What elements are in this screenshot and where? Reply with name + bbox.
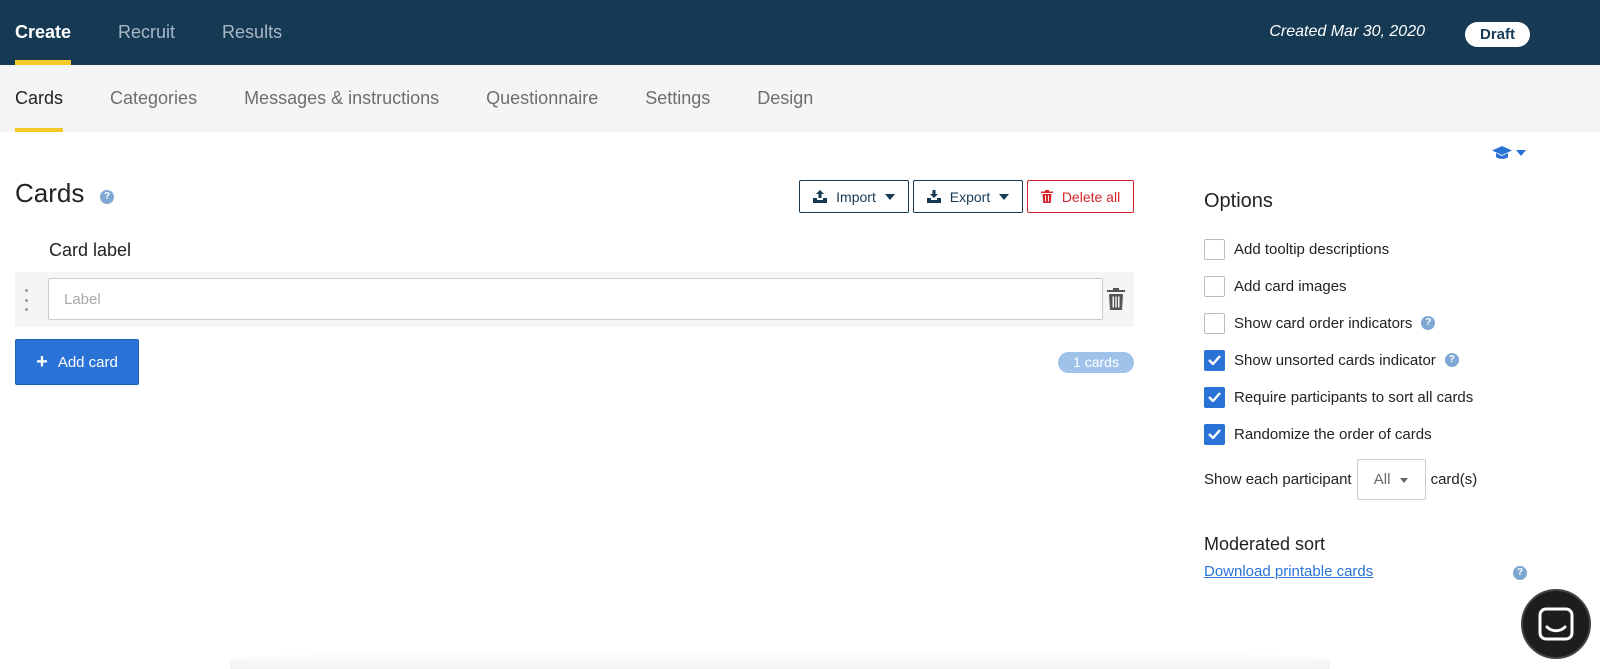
download-icon xyxy=(926,190,941,203)
trash-icon[interactable] xyxy=(1107,288,1125,310)
checkmark-icon xyxy=(1208,429,1221,439)
topnav-recruit[interactable]: Recruit xyxy=(118,0,175,65)
export-button[interactable]: Export xyxy=(913,180,1023,213)
question-circle-icon[interactable]: ? xyxy=(100,190,114,204)
tutorial-menu[interactable] xyxy=(1492,146,1526,160)
delete-all-button[interactable]: Delete all xyxy=(1027,180,1134,213)
add-card-label: Add card xyxy=(57,353,118,371)
tab-questionnaire[interactable]: Questionnaire xyxy=(486,65,598,132)
cards-shown-value: All xyxy=(1373,470,1391,488)
card-count-badge: 1 cards xyxy=(1058,352,1134,373)
tab-messages-instructions[interactable]: Messages & instructions xyxy=(244,65,439,132)
cards-shown-select[interactable]: All xyxy=(1356,458,1426,500)
trash-icon xyxy=(1040,190,1053,203)
option-require-sort-all-cards[interactable]: Require participants to sort all cards xyxy=(1204,385,1473,409)
question-circle-icon[interactable]: ? xyxy=(1513,566,1527,580)
checkbox[interactable] xyxy=(1204,275,1225,297)
checkbox-checked[interactable] xyxy=(1204,386,1225,408)
export-label: Export xyxy=(949,188,991,205)
question-circle-icon[interactable]: ? xyxy=(1421,316,1436,330)
chat-button[interactable] xyxy=(1521,589,1591,659)
chat-icon xyxy=(1538,607,1574,641)
top-bar: Create Recruit Results Created Mar 30, 2… xyxy=(0,0,1600,65)
import-label: Import xyxy=(836,188,876,205)
option-show-card-order-indicators[interactable]: Show card order indicators ? xyxy=(1204,311,1436,335)
option-label: Show unsorted cards indicator xyxy=(1234,351,1436,369)
page-title: Cards xyxy=(15,178,85,208)
tab-cards[interactable]: Cards xyxy=(15,65,64,132)
checkmark-icon xyxy=(1208,355,1221,365)
checkbox-checked[interactable] xyxy=(1204,423,1225,445)
moderated-sort-title: Moderated sort xyxy=(1204,534,1326,554)
card-row xyxy=(15,272,1134,327)
option-label: Add tooltip descriptions xyxy=(1234,240,1390,258)
option-label: Randomize the order of cards xyxy=(1234,425,1432,443)
chevron-down-icon xyxy=(1400,477,1409,483)
options-title: Options xyxy=(1204,190,1273,212)
card-label-column-header: Card label xyxy=(49,240,132,260)
checkmark-icon xyxy=(1208,392,1221,402)
checkbox[interactable] xyxy=(1204,238,1225,260)
delete-all-label: Delete all xyxy=(1061,188,1121,205)
bottom-shadow xyxy=(230,650,1330,669)
graduation-cap-icon xyxy=(1492,146,1512,159)
import-button[interactable]: Import xyxy=(799,180,909,213)
topnav-results[interactable]: Results xyxy=(222,0,282,65)
drag-handle-icon[interactable] xyxy=(25,289,29,311)
option-add-tooltip-descriptions[interactable]: Add tooltip descriptions xyxy=(1204,237,1389,261)
show-each-suffix: card(s) xyxy=(1430,470,1478,488)
tab-settings[interactable]: Settings xyxy=(645,65,710,132)
option-label: Show card order indicators xyxy=(1234,314,1413,332)
card-label-input[interactable] xyxy=(48,278,1103,320)
question-circle-icon[interactable]: ? xyxy=(1444,353,1459,367)
plus-icon: + xyxy=(36,351,48,373)
option-randomize-card-order[interactable]: Randomize the order of cards xyxy=(1204,422,1432,446)
show-each-prefix: Show each participant xyxy=(1204,470,1352,488)
sub-nav: Cards Categories Messages & instructions… xyxy=(0,65,1600,132)
show-each-participant: Show each participant All card(s) xyxy=(1204,458,1477,500)
chevron-down-icon xyxy=(884,193,895,200)
tab-categories[interactable]: Categories xyxy=(110,65,197,132)
add-card-button[interactable]: + Add card xyxy=(15,339,139,385)
checkbox-checked[interactable] xyxy=(1204,349,1225,371)
option-add-card-images[interactable]: Add card images xyxy=(1204,274,1347,298)
option-label: Add card images xyxy=(1234,277,1347,295)
upload-icon xyxy=(813,190,828,203)
chevron-down-icon xyxy=(1516,150,1526,156)
top-nav: Create Recruit Results xyxy=(0,0,314,65)
topnav-create[interactable]: Create xyxy=(15,0,72,65)
tab-design[interactable]: Design xyxy=(757,65,813,132)
option-show-unsorted-cards-indicator[interactable]: Show unsorted cards indicator ? xyxy=(1204,348,1459,372)
created-date: Created Mar 30, 2020 xyxy=(1269,23,1425,40)
checkbox[interactable] xyxy=(1204,312,1225,334)
status-badge: Draft xyxy=(1465,22,1530,47)
download-printable-cards-link[interactable]: Download printable cards xyxy=(1204,563,1373,580)
option-label: Require participants to sort all cards xyxy=(1234,388,1474,406)
chevron-down-icon xyxy=(999,193,1010,200)
